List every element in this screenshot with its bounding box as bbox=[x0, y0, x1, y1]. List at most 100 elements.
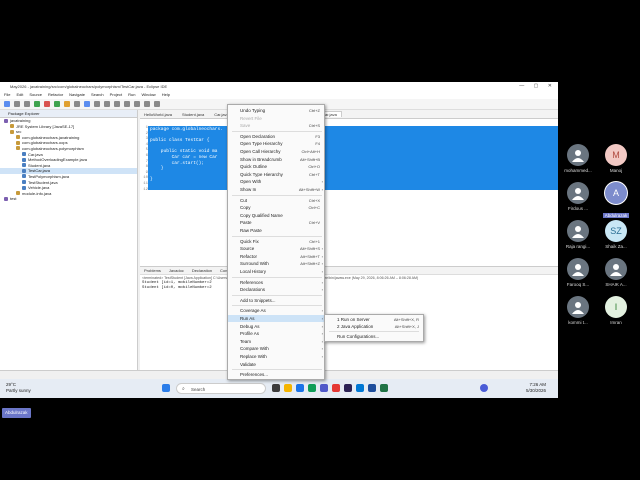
menu-item-navigate[interactable]: Navigate bbox=[69, 92, 85, 97]
menu-item-file[interactable]: File bbox=[4, 92, 10, 97]
menu-item-coverage-as[interactable]: Coverage As › bbox=[228, 307, 326, 314]
toolbar-button[interactable] bbox=[64, 101, 70, 107]
menu-item-search[interactable]: Search bbox=[91, 92, 104, 97]
menu-item-profile-as[interactable]: Profile As › bbox=[228, 330, 326, 337]
console-tab[interactable]: Problems bbox=[144, 268, 161, 273]
menu-item-copy[interactable]: Copy Ctrl+C bbox=[228, 204, 326, 211]
menu-item-copy-qualified-name[interactable]: Copy Qualified Name bbox=[228, 212, 326, 219]
package-icon bbox=[16, 135, 20, 140]
menu-item-refactor[interactable]: Refactor Alt+Shift+T › bbox=[228, 253, 326, 260]
toolbar-button[interactable] bbox=[154, 101, 160, 107]
menu-item-label: Paste bbox=[240, 220, 252, 226]
clock[interactable]: 7:26 AM 5/30/2026 bbox=[526, 382, 546, 394]
menu-item-run[interactable]: Run bbox=[128, 92, 135, 97]
taskbar-search[interactable]: ⌕ Search bbox=[176, 383, 266, 394]
outlook-icon[interactable] bbox=[356, 384, 364, 392]
menu-item-team[interactable]: Team › bbox=[228, 338, 326, 345]
menu-item-run-configurations[interactable]: Run Configurations... bbox=[325, 333, 425, 340]
weather-widget[interactable]: 29°C Partly sunny bbox=[6, 382, 31, 394]
menu-item-project[interactable]: Project bbox=[110, 92, 122, 97]
edge-icon[interactable] bbox=[296, 384, 304, 392]
toolbar-button[interactable] bbox=[94, 101, 100, 107]
toolbar-button[interactable] bbox=[144, 101, 150, 107]
menu-item-cut[interactable]: Cut Ctrl+X bbox=[228, 197, 326, 204]
menu-item-quick-type-hierarchy[interactable]: Quick Type Hierarchy Ctrl+T bbox=[228, 171, 326, 178]
menu-item-open-declaration[interactable]: Open Declaration F3 bbox=[228, 133, 326, 140]
chevron-right-icon: › bbox=[321, 246, 323, 252]
package-icon bbox=[16, 140, 20, 145]
mic-icon[interactable] bbox=[480, 384, 488, 392]
word-icon[interactable] bbox=[368, 384, 376, 392]
menu-item-shortcut: Alt+Shift+W bbox=[298, 187, 320, 192]
teams-icon[interactable] bbox=[320, 384, 328, 392]
participant-tile[interactable]: SHAIK A... bbox=[586, 258, 640, 287]
editor-tab[interactable]: Student.java bbox=[182, 112, 204, 117]
toolbar-button[interactable] bbox=[34, 101, 40, 107]
menu-item-quick-fix[interactable]: Quick Fix Ctrl+1 bbox=[228, 238, 326, 245]
console-tab[interactable]: Javadoc bbox=[169, 268, 184, 273]
toolbar-button[interactable] bbox=[14, 101, 20, 107]
menu-item-replace-with[interactable]: Replace With › bbox=[228, 353, 326, 360]
menu-item-label: 2 Java Application bbox=[337, 324, 374, 330]
toolbar-button[interactable] bbox=[54, 101, 60, 107]
editor-tab[interactable]: HelloWorld.java bbox=[144, 112, 172, 117]
menu-item-add-to-snippets[interactable]: Add to Snippets... bbox=[228, 297, 326, 304]
menu-item-run-as[interactable]: Run As › bbox=[228, 315, 326, 322]
menu-item-1-run-on-server[interactable]: 1 Run on Server Alt+Shift+X, R bbox=[325, 316, 425, 323]
menu-item-edit[interactable]: Edit bbox=[16, 92, 23, 97]
window-controls[interactable]: — ▢ ✕ bbox=[519, 82, 556, 91]
toolbar-button[interactable] bbox=[124, 101, 130, 107]
start-icon[interactable] bbox=[162, 384, 170, 392]
menu-item-source[interactable]: Source bbox=[29, 92, 42, 97]
eclipse-icon[interactable] bbox=[344, 384, 352, 392]
menu-item-references[interactable]: References › bbox=[228, 279, 326, 286]
menu-item-open-with[interactable]: Open With › bbox=[228, 178, 326, 185]
menu-item-2-java-application[interactable]: 2 Java Application Alt+Shift+X, J bbox=[325, 323, 425, 330]
menu-item-help[interactable]: Help bbox=[162, 92, 170, 97]
menu-item-window[interactable]: Window bbox=[141, 92, 155, 97]
participant-tile[interactable]: M Manoj bbox=[586, 144, 640, 173]
context-menu: Undo Typing Ctrl+Z Revert File Save Ctrl+S Op… bbox=[227, 104, 326, 380]
toolbar-button[interactable] bbox=[4, 101, 10, 107]
tree-item[interactable]: test bbox=[0, 196, 137, 202]
menu-item-show-in-breadcrumb[interactable]: Show in Breadcrumb Alt+Shift+B bbox=[228, 156, 326, 163]
participant-name: Imran bbox=[610, 320, 622, 325]
menu-item-paste[interactable]: Paste Ctrl+V bbox=[228, 219, 326, 226]
menu-item-undo-typing[interactable]: Undo Typing Ctrl+Z bbox=[228, 107, 326, 114]
menu-item-local-history[interactable]: Local History › bbox=[228, 268, 326, 275]
menu-item-compare-with[interactable]: Compare With › bbox=[228, 345, 326, 352]
menu-item-label: Compare With bbox=[240, 346, 269, 352]
menu-item-preferences[interactable]: Preferences... bbox=[228, 371, 326, 378]
menu-item-raw-paste[interactable]: Raw Paste bbox=[228, 227, 326, 234]
participant-tile[interactable]: SZ Shaik Za... bbox=[586, 220, 640, 249]
toolbar-button[interactable] bbox=[44, 101, 50, 107]
console-tab[interactable]: Declaration bbox=[192, 268, 212, 273]
task-view-icon[interactable] bbox=[272, 384, 280, 392]
menu-item-source[interactable]: Source Alt+Shift+S › bbox=[228, 245, 326, 252]
menu-item-open-call-hierarchy[interactable]: Open Call Hierarchy Ctrl+Alt+H bbox=[228, 148, 326, 155]
package-tree: javatraining JRE System Library [JavaSE-1… bbox=[0, 118, 137, 202]
menu-item-quick-outline[interactable]: Quick Outline Ctrl+O bbox=[228, 163, 326, 170]
code-text[interactable]: package com.globalneochars. public class… bbox=[150, 127, 223, 183]
menu-item-surround-with[interactable]: Surround With Alt+Shift+Z › bbox=[228, 260, 326, 267]
file-explorer-icon[interactable] bbox=[284, 384, 292, 392]
menu-item-debug-as[interactable]: Debug As › bbox=[228, 323, 326, 330]
toolbar-button[interactable] bbox=[114, 101, 120, 107]
editor-tabs: HelloWorld.javaStudent.javaCar.javaTestS… bbox=[140, 110, 558, 119]
participant-tile[interactable]: I Imran bbox=[586, 296, 640, 325]
toolbar-button[interactable] bbox=[74, 101, 80, 107]
whatsapp-icon[interactable] bbox=[308, 384, 316, 392]
participant-tile[interactable]: A Abdulrazak bbox=[586, 182, 640, 222]
toolbar-button[interactable] bbox=[24, 101, 30, 107]
toolbar-button[interactable] bbox=[104, 101, 110, 107]
java-file-icon bbox=[22, 180, 26, 185]
menu-item-declarations[interactable]: Declarations › bbox=[228, 286, 326, 293]
menu-item-open-type-hierarchy[interactable]: Open Type Hierarchy F4 bbox=[228, 140, 326, 147]
toolbar-button[interactable] bbox=[134, 101, 140, 107]
toolbar-button[interactable] bbox=[84, 101, 90, 107]
menu-item-validate[interactable]: Validate bbox=[228, 361, 326, 368]
menu-item-refactor[interactable]: Refactor bbox=[48, 92, 63, 97]
chrome-icon[interactable] bbox=[332, 384, 340, 392]
menu-item-show-in[interactable]: Show In Alt+Shift+W › bbox=[228, 186, 326, 193]
excel-icon[interactable] bbox=[380, 384, 388, 392]
